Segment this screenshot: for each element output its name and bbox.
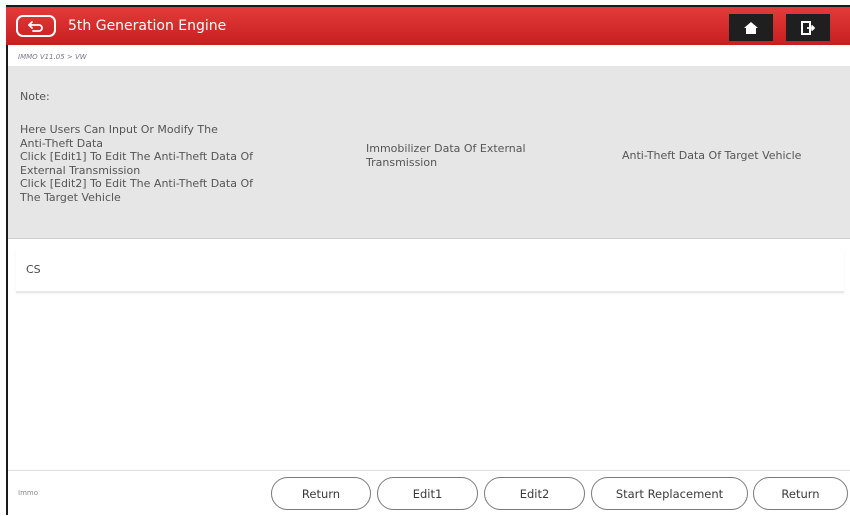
note-panel: Note: Here Users Can Input Or Modify The…: [8, 66, 850, 239]
exit-icon: [801, 20, 815, 35]
start-replacement-button[interactable]: Start Replacement: [591, 477, 748, 510]
edit2-button[interactable]: Edit2: [484, 477, 585, 510]
breadcrumb: IMMO V11.05 > VW: [18, 53, 87, 61]
column-header-external-transmission: Immobilizer Data Of External Transmissio…: [366, 142, 526, 169]
edit1-button[interactable]: Edit1: [377, 477, 478, 510]
footer-label: Immo: [18, 489, 38, 497]
return-button-secondary[interactable]: Return: [753, 477, 848, 510]
table-row[interactable]: CS: [16, 249, 844, 293]
home-button[interactable]: [729, 14, 773, 41]
row-label: CS: [26, 263, 41, 276]
return-button[interactable]: Return: [271, 477, 371, 510]
page-title: 5th Generation Engine: [68, 18, 227, 34]
note-text: Here Users Can Input Or Modify The Anti-…: [20, 123, 253, 204]
note-label: Note:: [20, 90, 50, 103]
back-arrow-icon: [28, 21, 43, 32]
column-header-target-vehicle: Anti-Theft Data Of Target Vehicle: [622, 149, 802, 162]
exit-button[interactable]: [786, 14, 830, 41]
back-button[interactable]: [16, 15, 56, 37]
title-bar: 5th Generation Engine: [6, 7, 850, 45]
home-icon: [744, 21, 758, 34]
